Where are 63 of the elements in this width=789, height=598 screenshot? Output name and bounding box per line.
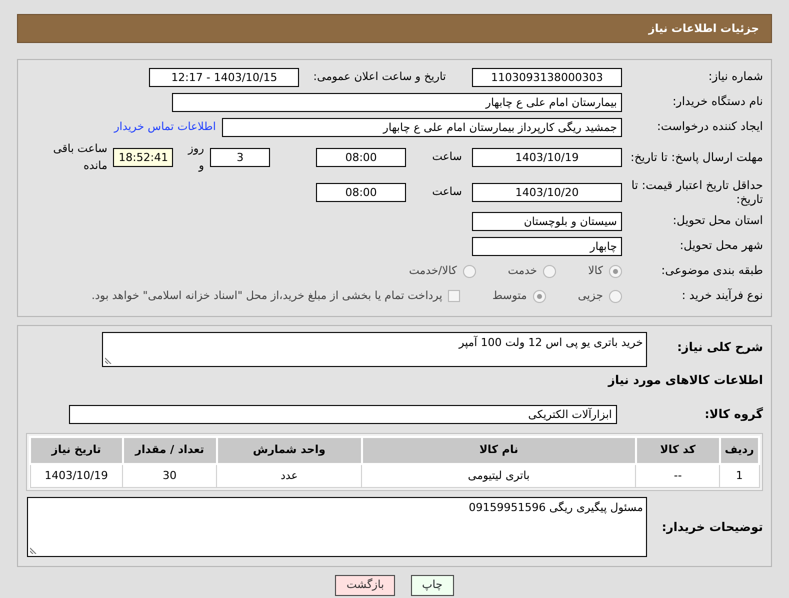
field-value: جمشید ریگی کارپرداز بیمارستان امام علی ع چابهار [222,118,622,136]
radio-button[interactable] [609,290,622,302]
field-label: تاریخ و ساعت اعلان عمومی: [313,68,446,85]
field-value: سیستان و بلوچستان [472,212,622,230]
radio-button[interactable] [543,264,556,278]
field-value: 08:00 [316,148,406,167]
table-cell: 1403/10/19 [30,464,123,488]
resize-grip-icon[interactable] [105,356,113,364]
option-label: متوسط [492,288,527,304]
column-header: ردیف [720,437,759,464]
radio-button[interactable] [609,264,622,278]
field-label: گروه کالا: [704,406,763,423]
field-value: 1103093138000303 [472,68,622,86]
field-label: نام دستگاه خریدار: [671,93,763,110]
field-value: چابهار [472,236,622,256]
column-header: تاریخ نیاز [30,437,123,464]
field-label: حداقل تاریخ اعتبار قیمت: تا تاریخ: [630,178,763,206]
column-header: تعداد / مقدار [122,437,217,464]
text-area-value: خرید باتری یو پی اس 12 ولت 100 آمپر [458,336,643,349]
back-button[interactable]: بازگشت [335,575,396,596]
checkbox-label: پرداخت تمام یا بخشی از مبلغ خرید،از محل "اسناد خزانه اسلامی" خواهد بود. [92,288,442,304]
column-header: نام کالا [362,437,636,464]
table-cell: 1 [720,464,759,488]
field-value: بیمارستان امام علی ع چابهار [172,92,622,112]
radio-button[interactable] [532,290,546,302]
option-label: جزیی [578,288,603,304]
text-area-value: مسئول پیگیری ریگی 09159951596 [468,501,643,514]
option-label: کالا [588,262,603,279]
table-cell: عدد [216,464,362,488]
field-value: 1403/10/19 [472,148,622,167]
resize-grip-icon[interactable] [30,546,38,554]
field-value: 18:52:41 [113,148,174,167]
field-label: مهلت ارسال پاسخ: تا تاریخ: [629,150,763,165]
field-label: نوع فرآیند خرید : [680,287,763,304]
section-heading: اطلاعات کالاهای مورد نیاز [606,372,763,389]
contact-link[interactable]: اطلاعات تماس خریدار [114,118,216,136]
page-title: جزئیات اطلاعات نیاز [17,14,772,43]
field-value: 1403/10/15 - 12:17 [149,68,300,86]
field-value: 3 [210,148,270,167]
field-value: 08:00 [316,182,406,202]
print-button[interactable]: چاپ [411,575,454,596]
table-cell: -- [636,464,720,488]
field-label: ساعت باقی مانده [52,141,108,174]
column-header: کد کالا [636,437,720,464]
field-label: توضیحات خریدار: [660,519,763,536]
option-label: کالا/خدمت [409,262,457,279]
field-label: استان محل تحویل: [672,212,763,230]
option-label: خدمت [508,262,538,279]
column-header: واحد شمارش [216,437,362,464]
table-cell: باتری لیتیومی [362,464,636,488]
field-value: 1403/10/20 [472,182,622,202]
field-label: ایجاد کننده درخواست: [656,118,763,136]
field-label: شماره نیاز: [707,68,763,86]
field-label: ساعت [432,184,462,200]
table-cell: 30 [122,464,217,488]
field-label: طبقه بندی موضوعی: [660,262,763,280]
checkbox[interactable] [448,290,460,302]
field-label: شرح کلی نیاز: [676,339,763,356]
field-label: شهر محل تحویل: [678,237,763,254]
radio-button[interactable] [462,264,476,278]
field-value: ابزارآلات الکتریکی [69,404,617,424]
field-label: روز و [186,141,204,174]
field-label: ساعت [432,149,462,166]
